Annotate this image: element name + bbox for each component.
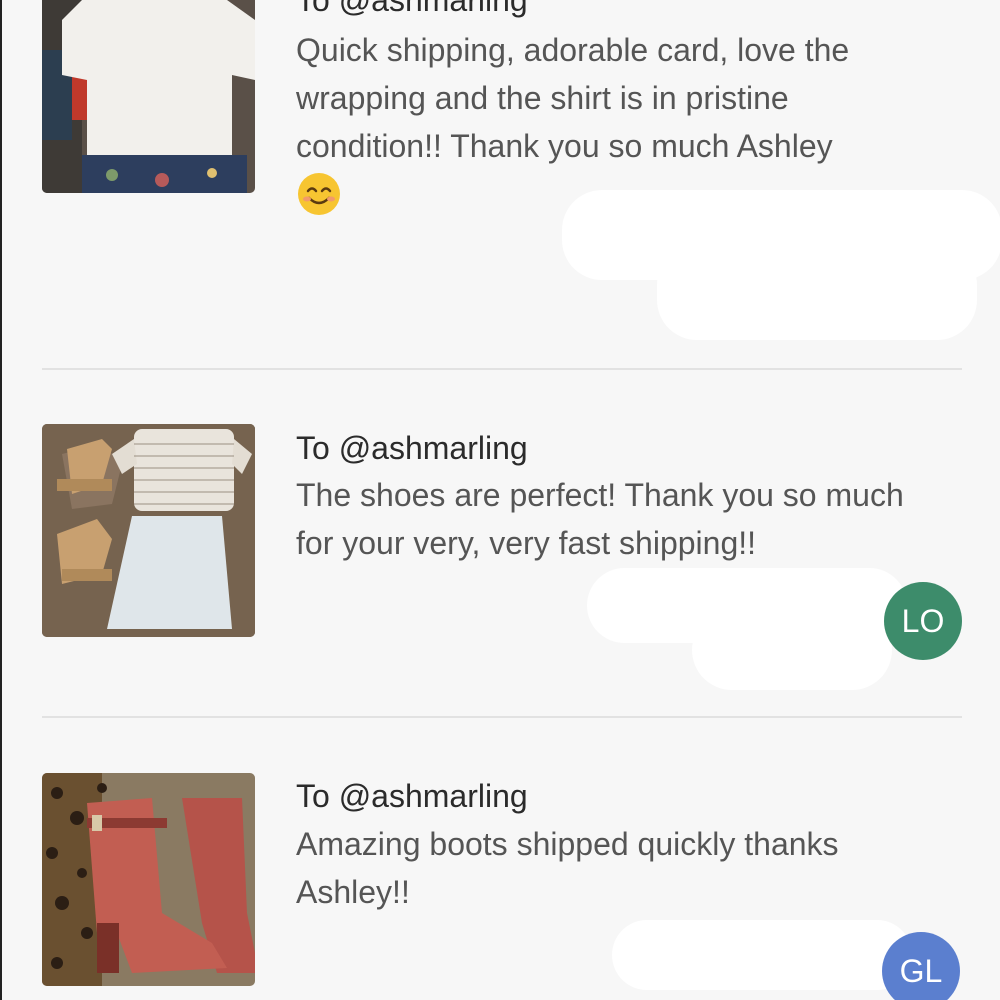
review-text: The shoes are perfect! Thank you so much… xyxy=(296,477,904,561)
review-recipient: To @ashmarling xyxy=(296,430,528,466)
review-photo-boots[interactable] xyxy=(42,773,255,986)
reviewer-avatar[interactable]: GL xyxy=(882,932,960,1000)
redacted-area xyxy=(692,610,892,690)
review-text: Quick shipping, adorable card, love the … xyxy=(296,32,850,164)
review-divider xyxy=(42,368,962,370)
review-photo-outfit[interactable] xyxy=(42,424,255,637)
redacted-area xyxy=(612,920,912,990)
avatar-initials: LO xyxy=(901,602,945,639)
shirt-photo-image xyxy=(42,0,255,193)
review-recipient: To @ashmarling xyxy=(296,778,528,814)
review-text: Amazing boots shipped quickly thanks Ash… xyxy=(296,826,839,910)
boots-photo-image xyxy=(42,773,255,986)
smiling-face-icon xyxy=(298,173,340,215)
redacted-area xyxy=(657,245,977,340)
avatar-initials: GL xyxy=(899,952,943,989)
reviewer-avatar[interactable]: LO xyxy=(884,582,962,660)
review-divider xyxy=(42,716,962,718)
review-recipient: To @ashmarling xyxy=(296,0,528,18)
outfit-photo-image xyxy=(42,424,255,637)
review-photo-shirt[interactable] xyxy=(42,0,255,193)
reviews-page: To @ashmarling Quick shipping, adorable … xyxy=(0,0,1000,1000)
